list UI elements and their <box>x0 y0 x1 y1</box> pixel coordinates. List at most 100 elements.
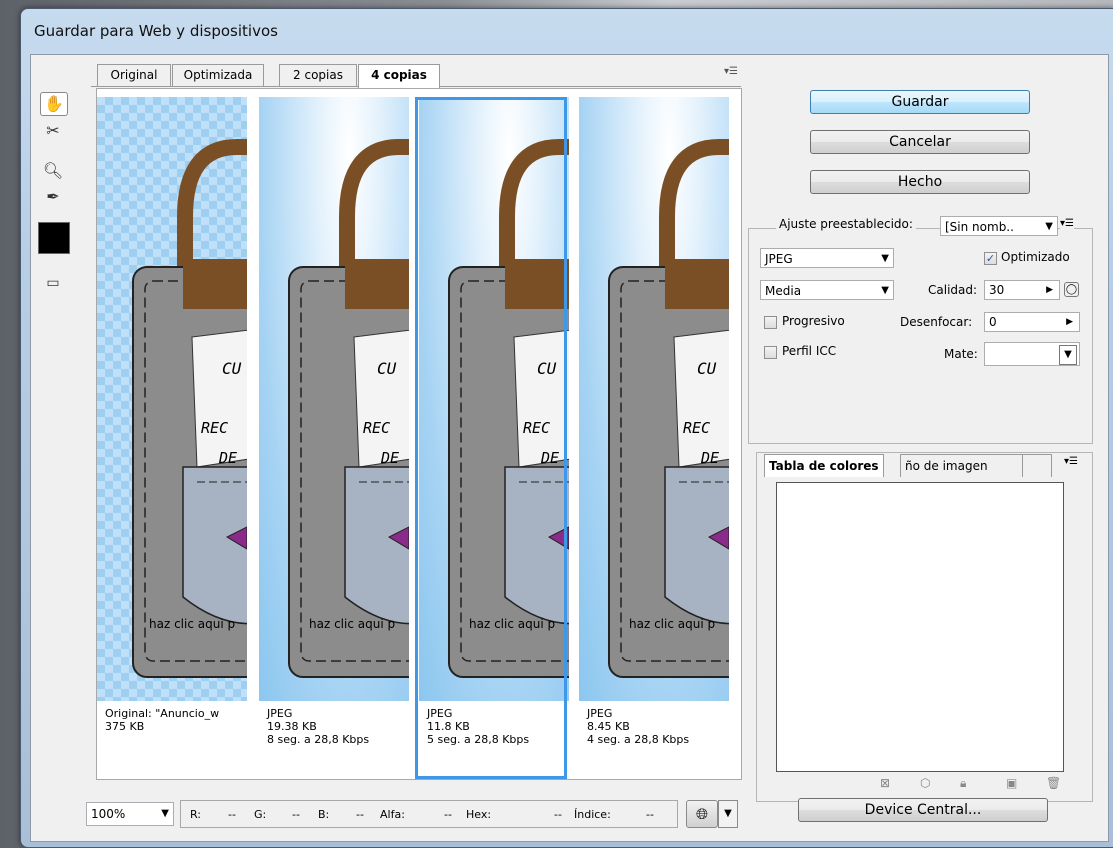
slider-arrow-icon[interactable]: ▶ <box>1046 281 1053 299</box>
pane-info-line3: 4 seg. a 28,8 Kbps <box>587 733 690 746</box>
r-label: R: <box>190 808 202 821</box>
pane-info-line3: 8 seg. a 28,8 Kbps <box>267 733 370 746</box>
optimized-label: Optimizado <box>1001 250 1070 264</box>
preview-pane-original[interactable]: CU REC DE haz clic aqui p <box>97 97 247 701</box>
matte-label: Mate: <box>944 347 978 361</box>
quality-input[interactable]: 30 ▶ <box>984 280 1060 300</box>
bag-bottom-text: haz clic aqui p <box>309 617 396 631</box>
preview-in-browser-icon[interactable]: 🌐︎ <box>686 800 718 828</box>
selected-pane-outline <box>415 97 567 779</box>
preset-value: [Sin nomb.. <box>945 220 1014 234</box>
chevron-down-icon: ▼ <box>1045 221 1053 232</box>
progressive-checkbox[interactable] <box>764 316 777 329</box>
pane-info-line1: Original: "Anuncio_w <box>105 707 220 720</box>
bag-text-line3: DE <box>219 449 238 467</box>
bag-bottom-text: haz clic aqui p <box>149 617 236 631</box>
preset-select[interactable]: [Sin nomb.. ▼ <box>940 216 1058 236</box>
color-table-area[interactable] <box>776 482 1064 772</box>
bag-text-line2: REC <box>363 419 391 437</box>
icc-profile-label: Perfil ICC <box>782 344 837 358</box>
slice-select-tool-icon[interactable]: ✂ <box>40 120 66 142</box>
g-value: -- <box>292 808 300 821</box>
zoom-select[interactable]: 100% ▼ <box>86 802 174 826</box>
quality-mask-icon[interactable]: ◯ <box>1064 282 1079 297</box>
hex-label: Hex: <box>466 808 492 821</box>
optimized-checkbox[interactable]: ✓ <box>984 252 997 265</box>
bag-image <box>132 139 247 678</box>
tab-color-table[interactable]: Tabla de colores <box>764 454 884 477</box>
tab-4-copias[interactable]: 4 copias <box>358 64 440 88</box>
index-value: -- <box>646 808 654 821</box>
index-label: Índice: <box>574 808 611 821</box>
map-transparent-icon[interactable]: ⊠ <box>880 776 890 790</box>
pane-info-copy-4: JPEG 8.45 KB 4 seg. a 28,8 Kbps <box>579 701 729 775</box>
bag-text-line2: REC <box>201 419 229 437</box>
bag-text-line1: CU <box>222 359 242 378</box>
zoom-value: 100% <box>91 807 126 821</box>
bag-text-line1: CU <box>697 359 717 378</box>
pane-info-line2: 8.45 KB <box>587 720 630 733</box>
done-button[interactable]: Hecho <box>810 170 1030 194</box>
panel-menu-icon[interactable]: ▾☰ <box>724 66 738 77</box>
chevron-down-icon: ▼ <box>161 808 169 819</box>
pane-info-line2: 19.38 KB <box>267 720 317 733</box>
progressive-label: Progresivo <box>782 314 845 328</box>
pane-info-line2: 375 KB <box>105 720 145 733</box>
slider-arrow-icon[interactable]: ▶ <box>1066 313 1073 331</box>
browser-select-chevron-icon[interactable]: ▼ <box>718 800 738 828</box>
preview-pane-copy-2[interactable]: CU REC DE haz clic aqui p <box>259 97 409 701</box>
g-label: G: <box>254 808 267 821</box>
pane-info-copy-2: JPEG 19.38 KB 8 seg. a 28,8 Kbps <box>259 701 409 775</box>
quality-label: Calidad: <box>928 283 978 297</box>
eyedropper-color-swatch[interactable] <box>38 222 70 254</box>
color-panel-menu-icon[interactable]: ▾☰ <box>1064 456 1078 467</box>
pane-info-line1: JPEG <box>587 707 613 720</box>
format-select[interactable]: JPEG ▼ <box>760 248 894 268</box>
bag-bottom-text: haz clic aqui p <box>629 617 716 631</box>
eyedropper-tool-icon[interactable]: ✒ <box>40 186 66 208</box>
save-button[interactable]: Guardar <box>810 90 1030 114</box>
b-value: -- <box>356 808 364 821</box>
quality-value: 30 <box>989 283 1005 297</box>
hand-tool-icon[interactable]: ✋ <box>40 92 68 116</box>
format-value: JPEG <box>765 252 793 266</box>
web-shift-icon[interactable]: ⬡ <box>920 776 930 790</box>
tab-more[interactable] <box>1022 454 1052 477</box>
alpha-value: -- <box>444 808 452 821</box>
r-value: -- <box>228 808 236 821</box>
trash-icon[interactable]: 🗑︎ <box>1046 776 1061 790</box>
cancel-button[interactable]: Cancelar <box>810 130 1030 154</box>
matte-select[interactable]: ▼ <box>984 342 1080 366</box>
bag-text-line3: DE <box>701 449 720 467</box>
alpha-label: Alfa: <box>380 808 405 821</box>
b-label: B: <box>318 808 330 821</box>
bag-text-line2: REC <box>683 419 711 437</box>
zoom-tool-icon[interactable]: 🔍︎ <box>40 160 66 182</box>
pane-info-original: Original: "Anuncio_w 375 KB <box>97 701 247 775</box>
blur-value: 0 <box>989 315 997 329</box>
quality-preset-select[interactable]: Media ▼ <box>760 280 894 300</box>
bag-image <box>288 139 409 678</box>
tab-image-size[interactable]: ño de imagen <box>900 454 1026 477</box>
blur-label: Desenfocar: <box>900 315 973 329</box>
tab-optimizada[interactable]: Optimizada <box>172 64 264 87</box>
bag-image <box>608 139 729 678</box>
preview-area: CU REC DE haz clic aqui p Original: "Anu… <box>96 88 742 780</box>
blur-input[interactable]: 0 ▶ <box>984 312 1080 332</box>
bag-text-line3: DE <box>381 449 400 467</box>
device-central-button[interactable]: Device Central... <box>798 798 1048 822</box>
tab-2-copias[interactable]: 2 copias <box>279 64 357 87</box>
new-color-icon[interactable]: ▣ <box>1006 776 1017 790</box>
preset-label: Ajuste preestablecido: <box>776 217 916 231</box>
toggle-slices-icon[interactable]: ▭ <box>40 272 66 294</box>
chevron-down-icon: ▼ <box>881 285 889 296</box>
preset-menu-icon[interactable]: ▾☰ <box>1060 218 1074 229</box>
chevron-down-icon: ▼ <box>1059 345 1077 365</box>
preview-pane-copy-4[interactable]: CU REC DE haz clic aqui p <box>579 97 729 701</box>
icc-profile-checkbox[interactable] <box>764 346 777 359</box>
pane-info-line1: JPEG <box>267 707 293 720</box>
chevron-down-icon: ▼ <box>881 253 889 264</box>
lock-icon[interactable]: 🔒︎ <box>960 776 966 791</box>
tab-original[interactable]: Original <box>97 64 171 87</box>
bag-text-line1: CU <box>377 359 397 378</box>
